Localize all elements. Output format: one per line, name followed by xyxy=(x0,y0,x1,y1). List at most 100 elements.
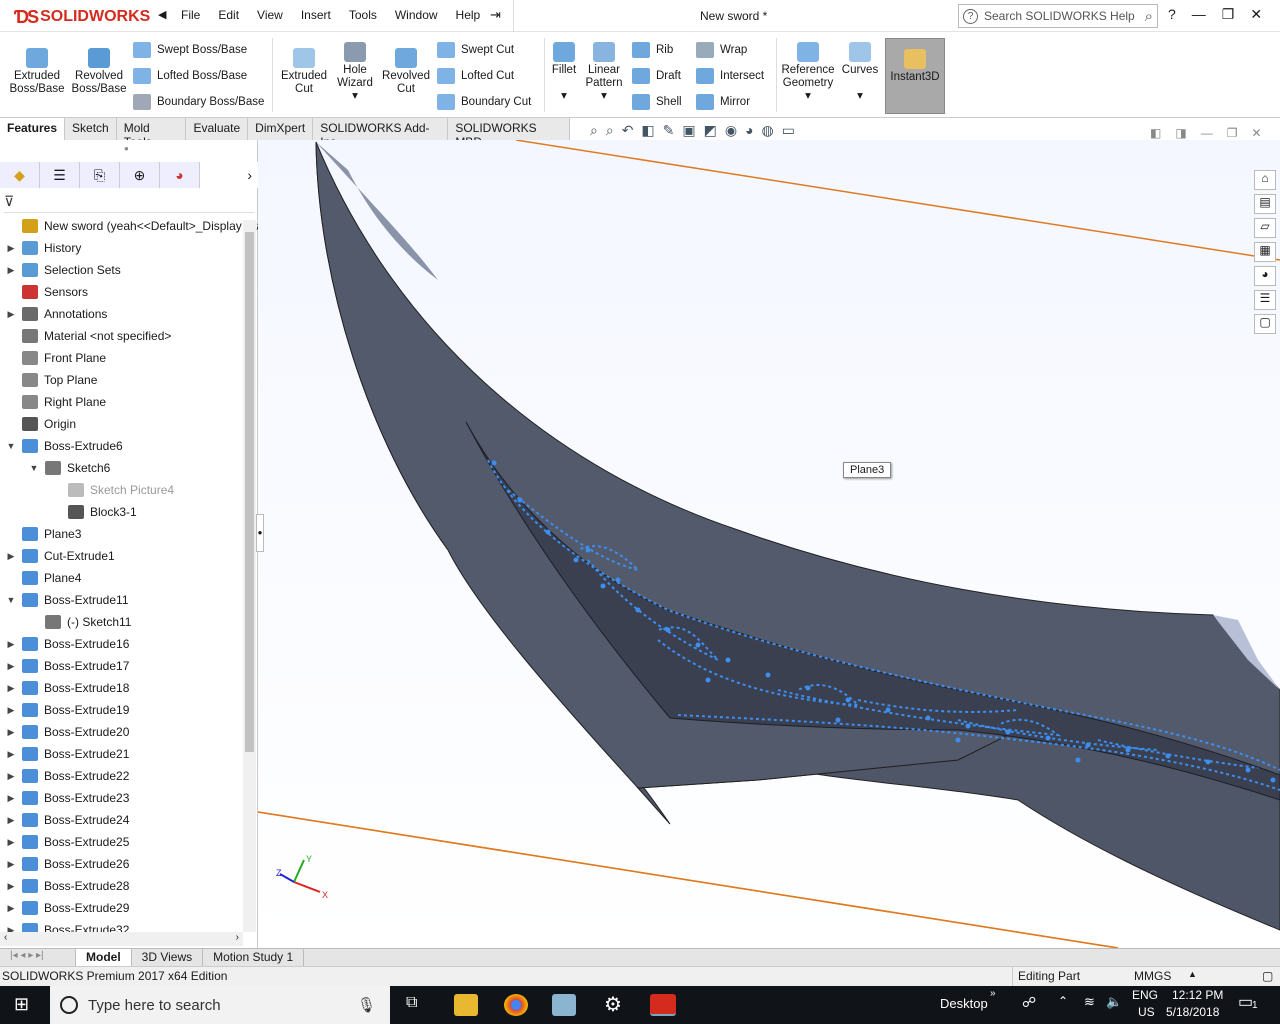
apply-scene-icon[interactable]: ◍ xyxy=(762,122,774,139)
wrap-button[interactable]: Wrap xyxy=(696,42,747,58)
menu-window[interactable]: Window xyxy=(386,8,447,22)
tab-3d-views[interactable]: 3D Views xyxy=(132,949,204,966)
expand-toggle-icon[interactable]: ▶ xyxy=(4,639,18,650)
zoom-to-area-icon[interactable]: ⌕ xyxy=(606,122,614,139)
expand-toggle-icon[interactable]: ▶ xyxy=(4,837,18,848)
chevron-down-icon[interactable]: ▾ xyxy=(805,90,811,102)
search-input[interactable]: Search SOLIDWORKS Help xyxy=(984,9,1135,23)
plane3-tag[interactable]: Plane3 xyxy=(843,462,892,478)
microphone-icon[interactable]: 🎙 xyxy=(357,996,376,1014)
tab-features[interactable]: Features xyxy=(0,118,66,140)
file-explorer-taskbar-icon[interactable] xyxy=(454,994,478,1016)
expand-toggle-icon[interactable]: ▶ xyxy=(4,793,18,804)
expand-toggle-icon[interactable]: ▶ xyxy=(4,551,18,562)
filter-icon[interactable]: ⊽ xyxy=(4,193,14,210)
tab-addins[interactable]: SOLIDWORKS Add-Ins xyxy=(313,118,449,149)
language-indicator[interactable]: ENG xyxy=(1132,988,1158,1002)
tree-item[interactable]: Top Plane xyxy=(4,369,97,391)
linear-pattern-button[interactable]: Linear Pattern ▾ xyxy=(584,42,624,103)
toolbar-chevron-icon[interactable]: » xyxy=(990,988,996,999)
status-chat-icon[interactable]: ▢ xyxy=(1262,969,1273,983)
tree-item[interactable]: Right Plane xyxy=(4,391,106,413)
tree-item[interactable]: (-) Sketch11 xyxy=(27,611,131,633)
tree-item[interactable]: Material <not specified> xyxy=(4,325,171,347)
tree-item[interactable]: Plane4 xyxy=(4,567,81,589)
tree-item[interactable]: Block3-1 xyxy=(50,501,137,523)
tree-item[interactable]: ▶ Boss-Extrude16 xyxy=(4,633,129,655)
expand-toggle-icon[interactable]: ▶ xyxy=(4,265,18,276)
tile-right-icon[interactable]: ◨ xyxy=(1175,126,1186,140)
reference-geometry-button[interactable]: Reference Geometry ▾ xyxy=(780,42,836,103)
extruded-boss-button[interactable]: Extruded Boss/Base xyxy=(8,48,66,96)
tree-scrollbar[interactable] xyxy=(243,220,256,932)
menu-view[interactable]: View xyxy=(248,8,292,22)
view-settings-icon[interactable]: ▭ xyxy=(782,122,795,139)
settings-gear-icon[interactable]: ⚙ xyxy=(604,992,622,1017)
tree-item[interactable]: ▶ Selection Sets xyxy=(4,259,121,281)
menu-insert[interactable]: Insert xyxy=(292,8,340,22)
solidworks-logo[interactable]: ƊS SOLIDWORKS xyxy=(14,4,150,30)
expand-toggle-icon[interactable]: ▶ xyxy=(4,771,18,782)
tree-item[interactable]: ▶ Boss-Extrude20 xyxy=(4,721,129,743)
wifi-icon[interactable]: ≋ xyxy=(1084,994,1095,1010)
volume-icon[interactable]: 🔈 xyxy=(1106,994,1122,1010)
tree-item[interactable]: ▶ Boss-Extrude28 xyxy=(4,875,129,897)
people-icon[interactable]: ☍ xyxy=(1022,994,1036,1011)
menu-file[interactable]: File xyxy=(172,8,209,22)
view-palette-icon[interactable]: ▦ xyxy=(1254,242,1276,262)
dynamic-annotation-icon[interactable]: ✎ xyxy=(663,122,675,139)
chevron-down-icon[interactable]: ▾ xyxy=(601,90,607,102)
menu-edit[interactable]: Edit xyxy=(209,8,248,22)
close-icon[interactable]: ✕ xyxy=(1250,6,1262,23)
tab-model[interactable]: Model xyxy=(76,949,132,966)
minimize-icon[interactable]: — xyxy=(1192,6,1206,23)
property-manager-tab-icon[interactable]: ☰ xyxy=(40,162,80,188)
tree-item[interactable]: ▶ History xyxy=(4,237,81,259)
lofted-boss-button[interactable]: Lofted Boss/Base xyxy=(133,68,247,84)
edit-appearance-icon[interactable]: ◕ xyxy=(745,122,753,139)
panel-expand-icon[interactable]: › xyxy=(200,162,258,188)
revolved-boss-button[interactable]: Revolved Boss/Base xyxy=(70,48,128,96)
configuration-manager-tab-icon[interactable]: ⎘ xyxy=(80,162,120,188)
tree-item[interactable]: ▶ Boss-Extrude22 xyxy=(4,765,129,787)
taskbar-search[interactable]: Type here to search 🎙 xyxy=(50,986,390,1024)
tree-item[interactable]: ▶ Boss-Extrude18 xyxy=(4,677,129,699)
boundary-cut-button[interactable]: Boundary Cut xyxy=(437,94,531,110)
display-manager-tab-icon[interactable]: ◕ xyxy=(160,162,200,188)
tree-item[interactable]: Plane3 xyxy=(4,523,81,545)
scrollbar-thumb[interactable] xyxy=(245,232,254,752)
chevron-down-icon[interactable]: ▾ xyxy=(561,90,567,102)
tree-item[interactable]: Sensors xyxy=(4,281,88,303)
clock-date[interactable]: 5/18/2018 xyxy=(1166,1005,1219,1019)
chevron-down-icon[interactable]: ▾ xyxy=(857,90,863,102)
tree-item[interactable]: ▶ Annotations xyxy=(4,303,107,325)
curves-button[interactable]: Curves ▾ xyxy=(840,42,880,103)
menu-help[interactable]: Help xyxy=(447,8,490,22)
expand-toggle-icon[interactable]: ▼ xyxy=(4,595,18,605)
lofted-cut-button[interactable]: Lofted Cut xyxy=(437,68,514,84)
expand-toggle-icon[interactable]: ▼ xyxy=(27,463,41,473)
pin-icon[interactable]: ⇥ xyxy=(490,7,501,23)
hole-wizard-button[interactable]: Hole Wizard ▾ xyxy=(330,42,380,103)
extruded-cut-button[interactable]: Extruded Cut xyxy=(276,48,332,96)
scroll-left-icon[interactable]: ‹ xyxy=(4,932,7,943)
tab-sketch[interactable]: Sketch xyxy=(65,118,117,140)
tree-item[interactable]: Sketch Picture4 xyxy=(50,479,174,501)
swept-boss-button[interactable]: Swept Boss/Base xyxy=(133,42,247,58)
panel-grip-icon[interactable]: ● xyxy=(124,144,129,153)
tab-motion-study[interactable]: Motion Study 1 xyxy=(203,949,305,966)
help-icon[interactable]: ? xyxy=(1168,6,1176,23)
action-center-icon[interactable]: ▭ xyxy=(1238,992,1253,1012)
feature-manager-tab-icon[interactable]: ◆ xyxy=(0,162,40,188)
expand-toggle-icon[interactable]: ▶ xyxy=(4,881,18,892)
vp-close-icon[interactable]: ✕ xyxy=(1251,126,1261,140)
tree-item[interactable]: ▼ Boss-Extrude11 xyxy=(4,589,129,611)
magnifier-icon[interactable]: ⌕ xyxy=(1145,8,1153,25)
taskbar-search-input[interactable]: Type here to search xyxy=(88,997,221,1014)
tab-evaluate[interactable]: Evaluate xyxy=(186,118,249,140)
expand-toggle-icon[interactable]: ▼ xyxy=(4,441,18,451)
view-orientation-icon[interactable]: ▣ xyxy=(682,122,695,139)
unit-system[interactable]: MMGS xyxy=(1134,969,1171,983)
keyboard-layout[interactable]: US xyxy=(1138,1005,1155,1019)
tree-item[interactable]: ▶ Boss-Extrude29 xyxy=(4,897,129,919)
